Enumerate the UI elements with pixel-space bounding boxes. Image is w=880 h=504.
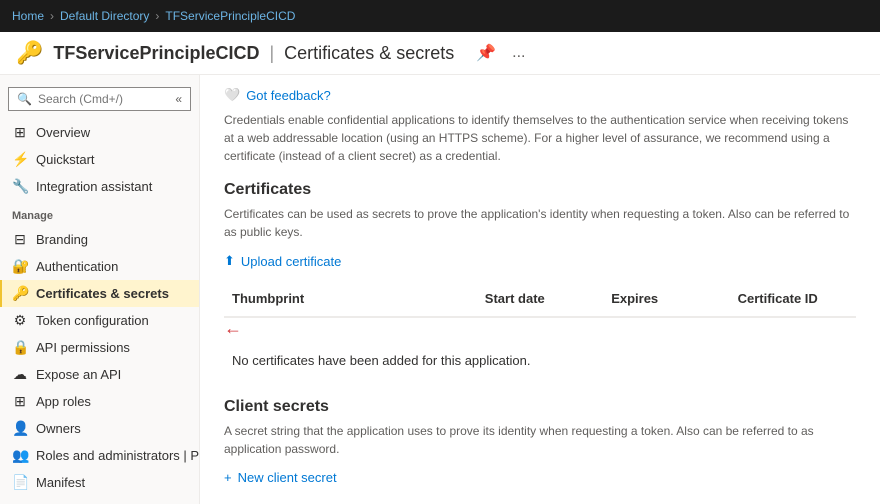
feedback-row[interactable]: 🤍 Got feedback? <box>224 87 856 103</box>
certificates-title: Certificates <box>224 181 856 199</box>
breadcrumb: Home › Default Directory › TFServicePrin… <box>12 9 295 23</box>
sidebar-item-api-permissions[interactable]: 🔒 API permissions <box>0 334 199 361</box>
sidebar-item-label: Certificates & secrets <box>36 286 169 301</box>
sidebar-item-label: App roles <box>36 394 91 409</box>
sidebar-item-label: Token configuration <box>36 313 149 328</box>
sidebar: 🔍 « ⊞ Overview ⚡ Quickstart 🔧 Integratio… <box>0 75 200 504</box>
sidebar-item-label: Owners <box>36 421 81 436</box>
upload-icon: ⬆ <box>224 253 235 269</box>
sidebar-item-label: Quickstart <box>36 152 95 167</box>
top-bar: Home › Default Directory › TFServicePrin… <box>0 0 880 32</box>
manifest-icon: 📄 <box>12 474 28 491</box>
sidebar-item-branding[interactable]: ⊟ Branding <box>0 226 199 253</box>
pin-button[interactable]: 📌 <box>472 41 500 65</box>
red-arrow-icon: ← <box>224 318 242 339</box>
sidebar-item-label: Roles and administrators | Preview <box>36 448 200 463</box>
sidebar-item-owners[interactable]: 👤 Owners <box>0 415 199 442</box>
token-icon: ⚙ <box>12 312 28 329</box>
certificates-empty-message: No certificates have been added for this… <box>224 343 856 378</box>
app-roles-icon: ⊞ <box>12 393 28 410</box>
main-content: 🤍 Got feedback? Credentials enable confi… <box>200 75 880 504</box>
sidebar-item-label: Branding <box>36 232 88 247</box>
auth-icon: 🔐 <box>12 258 28 275</box>
header-key-icon: 🔑 <box>16 40 43 66</box>
col-cert-id: Certificate ID <box>730 287 856 310</box>
new-secret-label: New client secret <box>238 470 337 485</box>
page-title: Certificates & secrets <box>284 43 454 64</box>
col-thumbprint: Thumbprint <box>224 287 477 310</box>
manage-section-label: Manage <box>0 200 199 226</box>
roles-icon: 👥 <box>12 447 28 464</box>
sidebar-item-expose-api[interactable]: ☁ Expose an API <box>0 361 199 388</box>
sidebar-item-label: API permissions <box>36 340 130 355</box>
header-divider: | <box>269 43 274 64</box>
feedback-label: Got feedback? <box>246 88 331 103</box>
certificates-description: Certificates can be used as secrets to p… <box>224 205 856 241</box>
upload-certificate-link[interactable]: ⬆ Upload certificate <box>224 253 341 269</box>
intro-description: Credentials enable confidential applicat… <box>224 111 856 165</box>
sidebar-item-label: Authentication <box>36 259 118 274</box>
owners-icon: 👤 <box>12 420 28 437</box>
certificates-section: Certificates Certificates can be used as… <box>224 181 856 378</box>
sidebar-item-manifest[interactable]: 📄 Manifest <box>0 469 199 496</box>
expose-icon: ☁ <box>12 366 28 383</box>
app-name: TFServicePrincipleCICD <box>53 43 259 64</box>
col-expires: Expires <box>603 287 729 310</box>
sidebar-item-label: Overview <box>36 125 90 140</box>
plus-icon: + <box>224 470 232 485</box>
page-header: 🔑 TFServicePrincipleCICD | Certificates … <box>0 32 880 75</box>
overview-icon: ⊞ <box>12 124 28 141</box>
new-client-secret-link[interactable]: + New client secret <box>224 470 337 485</box>
more-button[interactable]: ... <box>508 41 529 65</box>
branding-icon: ⊟ <box>12 231 28 248</box>
col-start-date: Start date <box>477 287 603 310</box>
client-secrets-title: Client secrets <box>224 398 856 416</box>
certs-icon: 🔑 <box>12 285 28 302</box>
sidebar-item-overview[interactable]: ⊞ Overview <box>0 119 199 146</box>
sidebar-item-authentication[interactable]: 🔐 Authentication <box>0 253 199 280</box>
api-perm-icon: 🔒 <box>12 339 28 356</box>
support-section-label: Support + Troubleshooting <box>0 496 199 504</box>
sidebar-item-roles-admins[interactable]: 👥 Roles and administrators | Preview <box>0 442 199 469</box>
sidebar-item-quickstart[interactable]: ⚡ Quickstart <box>0 146 199 173</box>
upload-label: Upload certificate <box>241 254 341 269</box>
breadcrumb-directory[interactable]: Default Directory <box>60 9 149 23</box>
integration-icon: 🔧 <box>12 178 28 195</box>
breadcrumb-home[interactable]: Home <box>12 9 44 23</box>
certificates-table-header: Thumbprint Start date Expires Certificat… <box>224 281 856 318</box>
search-icon: 🔍 <box>17 92 32 106</box>
secrets-table-header: Description Expires Value Secret ID <box>224 497 856 504</box>
heart-icon: 🤍 <box>224 87 240 103</box>
breadcrumb-app[interactable]: TFServicePrincipleCICD <box>165 9 295 23</box>
sidebar-item-label: Integration assistant <box>36 179 152 194</box>
search-input[interactable] <box>38 92 169 106</box>
sidebar-item-integration-assistant[interactable]: 🔧 Integration assistant <box>0 173 199 200</box>
client-secrets-description: A secret string that the application use… <box>224 422 856 458</box>
client-secrets-section: Client secrets A secret string that the … <box>224 398 856 504</box>
sidebar-item-app-roles[interactable]: ⊞ App roles <box>0 388 199 415</box>
sidebar-item-token-config[interactable]: ⚙ Token configuration <box>0 307 199 334</box>
sidebar-item-certs-secrets[interactable]: 🔑 Certificates & secrets <box>0 280 199 307</box>
sidebar-item-label: Expose an API <box>36 367 121 382</box>
arrow-row: ← <box>224 318 856 339</box>
collapse-button[interactable]: « <box>175 92 182 106</box>
sidebar-item-label: Manifest <box>36 475 85 490</box>
search-box[interactable]: 🔍 « <box>8 87 191 111</box>
quickstart-icon: ⚡ <box>12 151 28 168</box>
